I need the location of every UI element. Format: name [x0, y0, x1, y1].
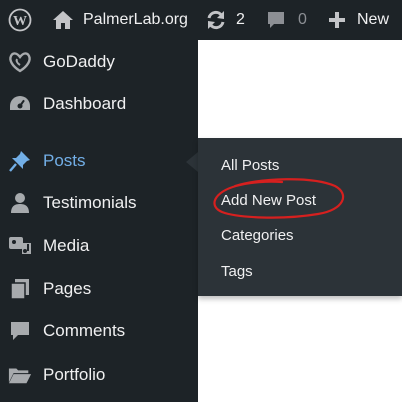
submenu-categories[interactable]: Categories [221, 227, 294, 244]
menu-label-comments: Comments [43, 321, 126, 340]
admin-bar: W PalmerLab.org 2 0 New [0, 0, 402, 40]
media-icon [8, 234, 32, 258]
submenu-all-posts[interactable]: All Posts [221, 157, 279, 174]
plus-icon [328, 11, 346, 29]
posts-submenu: All Posts Add New Post Categories Tags [198, 138, 402, 296]
person-icon [8, 191, 32, 215]
new-label: New [357, 11, 390, 28]
submenu-pointer [186, 152, 198, 172]
comments-count: 0 [298, 11, 307, 28]
menu-item-portfolio[interactable]: Portfolio [0, 357, 198, 393]
comment-icon [8, 319, 32, 343]
site-name: PalmerLab.org [83, 11, 188, 28]
menu-item-comments[interactable]: Comments [0, 313, 198, 349]
menu-item-pages[interactable]: Pages [0, 271, 198, 307]
menu-label-testimonials: Testimonials [43, 193, 137, 212]
folder-icon [8, 363, 32, 387]
menu-label-media: Media [43, 236, 90, 255]
updates-link[interactable]: 2 [205, 0, 245, 40]
menu-item-posts[interactable]: Posts [0, 143, 198, 179]
dashboard-icon [8, 92, 32, 116]
updates-count: 2 [236, 11, 245, 28]
comment-bubble-icon [266, 10, 286, 30]
site-name-link[interactable]: PalmerLab.org [52, 0, 188, 40]
menu-label-posts: Posts [43, 151, 86, 170]
svg-text:W: W [13, 14, 27, 29]
menu-item-media[interactable]: Media [0, 228, 198, 264]
menu-label-pages: Pages [43, 279, 92, 298]
submenu-add-new-post[interactable]: Add New Post [221, 192, 316, 209]
wordpress-logo-icon[interactable]: W [8, 0, 34, 40]
menu-label-godaddy: GoDaddy [43, 52, 115, 71]
pushpin-icon [8, 149, 32, 173]
comments-link[interactable]: 0 [266, 0, 307, 40]
home-icon [52, 10, 74, 30]
menu-item-testimonials[interactable]: Testimonials [0, 185, 198, 221]
refresh-icon [205, 9, 227, 31]
menu-item-godaddy[interactable]: GoDaddy [0, 44, 198, 80]
new-content-link[interactable]: New [328, 0, 389, 40]
submenu-tags[interactable]: Tags [221, 263, 253, 280]
godaddy-icon [8, 50, 32, 74]
menu-label-portfolio: Portfolio [43, 365, 106, 384]
menu-item-dashboard[interactable]: Dashboard [0, 86, 198, 122]
menu-label-dashboard: Dashboard [43, 94, 127, 113]
pages-icon [8, 277, 32, 301]
